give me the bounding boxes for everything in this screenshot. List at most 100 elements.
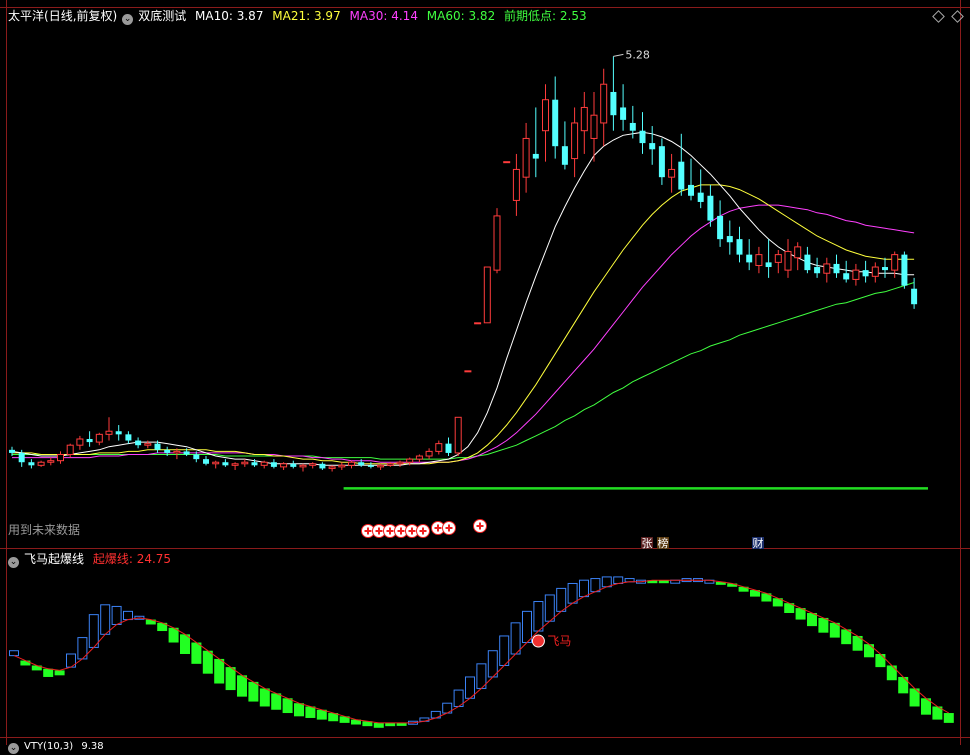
candle-body xyxy=(823,263,831,274)
candle xyxy=(901,251,908,289)
high-price-label: 5.28 xyxy=(625,48,650,61)
k-bar xyxy=(214,658,225,684)
candle-body xyxy=(47,460,55,463)
candle xyxy=(386,462,394,467)
k-bar xyxy=(43,668,54,677)
candle xyxy=(415,454,423,463)
candle xyxy=(483,266,491,324)
candle xyxy=(280,462,288,470)
candle-body xyxy=(552,99,559,147)
candle-body xyxy=(668,168,676,178)
candle-body xyxy=(911,288,918,305)
k-bar xyxy=(533,601,544,632)
candle xyxy=(270,459,277,469)
candle-body xyxy=(464,370,472,373)
candle-body xyxy=(590,114,598,139)
candle-body xyxy=(290,463,297,467)
candle-body xyxy=(18,452,25,463)
candle xyxy=(57,451,64,464)
candle-body xyxy=(183,451,190,455)
candle-body xyxy=(512,168,520,201)
candle-body xyxy=(532,153,539,159)
candle xyxy=(203,456,209,466)
candle-body xyxy=(717,215,724,240)
feima-signal-label: 飞马 xyxy=(547,634,571,648)
candle-body xyxy=(241,461,249,465)
candle xyxy=(552,76,559,159)
candle-body xyxy=(833,263,840,274)
k-bar xyxy=(54,670,65,676)
k-bar xyxy=(522,610,532,644)
candle xyxy=(493,208,501,274)
candle xyxy=(717,200,724,247)
candle-body xyxy=(736,239,743,255)
k-bar xyxy=(248,681,259,702)
k-bar xyxy=(202,650,213,674)
candle xyxy=(260,460,268,469)
k-bar xyxy=(373,722,384,728)
candle xyxy=(95,432,103,446)
candle-body xyxy=(425,450,433,457)
candle xyxy=(668,153,676,193)
candle xyxy=(464,370,472,373)
candle-body xyxy=(707,195,714,221)
candle-body xyxy=(299,464,307,468)
candle xyxy=(86,431,93,447)
k-bar xyxy=(864,644,874,658)
chart-canvas[interactable]: 5.28 张榜 财 飞马 用到未来数据 xyxy=(0,0,970,745)
k-bar xyxy=(271,693,282,710)
candle xyxy=(707,184,714,227)
candle-body xyxy=(445,443,452,453)
candle-body xyxy=(367,465,374,467)
candle xyxy=(522,122,530,193)
candle-body xyxy=(639,130,646,144)
tag-zhang: 张 xyxy=(642,537,653,550)
candle xyxy=(774,249,782,274)
feima-indicator-chart[interactable]: 飞马 xyxy=(9,576,954,728)
k-bar xyxy=(613,576,624,584)
feima-signal-icon xyxy=(531,634,545,648)
k-bar xyxy=(556,587,567,612)
candle-body xyxy=(86,438,93,443)
candle-body xyxy=(746,254,753,263)
candle-body xyxy=(386,463,394,466)
k-bar xyxy=(225,667,236,691)
ma30-line xyxy=(12,204,915,463)
buy-signal-marker xyxy=(416,524,430,538)
k-bar xyxy=(818,617,829,633)
candle-body xyxy=(309,463,317,466)
k-bar xyxy=(601,576,612,588)
candle-body xyxy=(144,443,152,446)
candle-body xyxy=(814,267,821,274)
candle-body xyxy=(871,266,879,277)
candle-body xyxy=(251,462,258,466)
k-bar xyxy=(20,660,31,666)
candle xyxy=(290,460,297,469)
qibao-line xyxy=(13,579,950,724)
k-bar xyxy=(499,635,510,666)
candle-body xyxy=(600,83,608,124)
candle-body xyxy=(231,463,239,466)
candle-body xyxy=(9,449,15,453)
main-price-chart[interactable]: 5.28 张榜 财 xyxy=(9,48,928,550)
candle-body xyxy=(406,458,414,463)
candle xyxy=(542,84,549,162)
candle-body xyxy=(37,461,45,466)
candle xyxy=(658,138,665,185)
candle xyxy=(37,460,45,467)
candle-body xyxy=(862,270,869,277)
candle-body xyxy=(454,416,462,454)
candle xyxy=(688,158,694,201)
candle-body xyxy=(95,433,103,443)
candle-body xyxy=(765,262,772,268)
candle xyxy=(66,443,74,458)
candle-body xyxy=(280,463,288,468)
candle xyxy=(222,459,229,467)
candle-body xyxy=(76,438,84,446)
candle-body xyxy=(901,254,908,286)
candle xyxy=(319,462,326,470)
candle xyxy=(328,465,336,472)
candle-body xyxy=(222,462,229,466)
candle xyxy=(299,463,307,472)
candle-body xyxy=(125,434,132,441)
